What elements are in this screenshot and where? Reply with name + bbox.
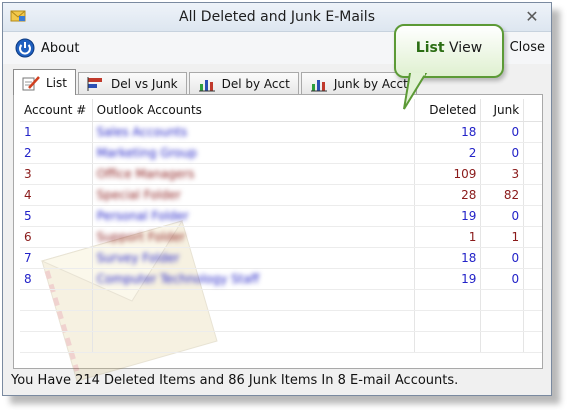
junk-count: 0 xyxy=(480,247,524,269)
callout-rest: View xyxy=(444,40,483,56)
tab-del-by-acct-label: Del by Acct xyxy=(221,77,290,91)
col-junk-header[interactable]: Junk xyxy=(480,99,524,122)
about-label: About xyxy=(41,40,80,56)
deleted-count: 18 xyxy=(413,121,481,143)
account-number: 5 xyxy=(20,205,93,227)
close-button[interactable]: Close xyxy=(510,40,545,55)
list-view-callout: List View xyxy=(394,24,504,78)
deleted-count: 19 xyxy=(413,205,481,227)
junk-count: 1 xyxy=(480,226,524,248)
col-spacer xyxy=(523,99,542,122)
window-close-icon[interactable]: ✕ xyxy=(519,7,545,27)
junk-count: 0 xyxy=(480,205,524,227)
account-name: Special Folder xyxy=(91,184,415,206)
account-number: 8 xyxy=(20,268,93,290)
table-row[interactable]: 2 Marketing Group 2 0 xyxy=(20,142,542,164)
account-name: Personal Folder xyxy=(91,205,415,227)
accounts-table: Account # Outlook Accounts Deleted Junk … xyxy=(20,99,542,353)
tab-del-vs-junk-label: Del vs Junk xyxy=(110,77,178,91)
account-name: Sales Accounts xyxy=(91,121,415,143)
junk-count: 0 xyxy=(480,142,524,164)
tab-list-label: List xyxy=(46,75,67,90)
account-number: 6 xyxy=(20,226,93,248)
callout-pointer xyxy=(403,73,428,110)
junk-count: 82 xyxy=(480,184,524,206)
deleted-count: 19 xyxy=(413,268,481,290)
tab-junk-by-acct-label: Junk by Acct xyxy=(333,77,408,91)
column-chart-icon xyxy=(198,80,215,92)
table-row[interactable]: 4 Special Folder 28 82 xyxy=(20,184,542,206)
deleted-count: 1 xyxy=(413,226,481,248)
account-name: Support Folder xyxy=(91,226,415,248)
table-row[interactable]: 5 Personal Folder 19 0 xyxy=(20,205,542,227)
account-number: 2 xyxy=(20,142,93,164)
deleted-count: 28 xyxy=(413,184,481,206)
account-number: 7 xyxy=(20,247,93,269)
account-name: Survey Folder xyxy=(91,247,415,269)
account-number: 3 xyxy=(20,163,93,185)
power-icon xyxy=(15,38,35,58)
account-name: Computer Technology Staff xyxy=(91,268,415,290)
account-number: 1 xyxy=(20,121,93,143)
account-name: Office Managers xyxy=(91,163,415,185)
about-button[interactable]: About xyxy=(11,35,83,61)
col-name-header[interactable]: Outlook Accounts xyxy=(91,99,415,122)
deleted-count: 109 xyxy=(413,163,481,185)
junk-count: 3 xyxy=(480,163,524,185)
list-panel: Account # Outlook Accounts Deleted Junk … xyxy=(13,94,543,382)
empty-row xyxy=(20,289,542,311)
table-row[interactable]: 1 Sales Accounts 18 0 xyxy=(20,121,542,143)
empty-row xyxy=(20,310,542,332)
junk-count: 0 xyxy=(480,121,524,143)
tab-del-vs-junk[interactable]: Del vs Junk xyxy=(77,72,187,95)
account-number: 4 xyxy=(20,184,93,206)
table-row[interactable]: 7 Survey Folder 18 0 xyxy=(20,247,542,269)
callout-bold: List xyxy=(415,40,445,56)
status-text: You Have 214 Deleted Items and 86 Junk I… xyxy=(11,373,459,388)
table-row[interactable]: 8 Computer Technology Staff 19 0 xyxy=(20,268,542,290)
window-title: All Deleted and Junk E-Mails xyxy=(179,9,375,25)
tab-list[interactable]: List xyxy=(13,69,76,95)
junk-count: 0 xyxy=(480,268,524,290)
tab-strip: List Del vs Junk Del by Acct Junk by Acc… xyxy=(13,69,417,95)
col-account-header[interactable]: Account # xyxy=(20,99,93,122)
table-header-row: Account # Outlook Accounts Deleted Junk xyxy=(20,99,542,122)
account-name: Marketing Group xyxy=(91,142,415,164)
table-row[interactable]: 6 Support Folder 1 1 xyxy=(20,226,542,248)
tab-del-by-acct[interactable]: Del by Acct xyxy=(188,72,299,95)
column-chart-icon xyxy=(310,80,327,92)
table-row[interactable]: 3 Office Managers 109 3 xyxy=(20,163,542,185)
deleted-count: 2 xyxy=(413,142,481,164)
bar-chart-icon xyxy=(87,77,102,91)
empty-row xyxy=(20,331,542,353)
checklist-pencil-icon xyxy=(22,75,40,90)
deleted-count: 18 xyxy=(413,247,481,269)
